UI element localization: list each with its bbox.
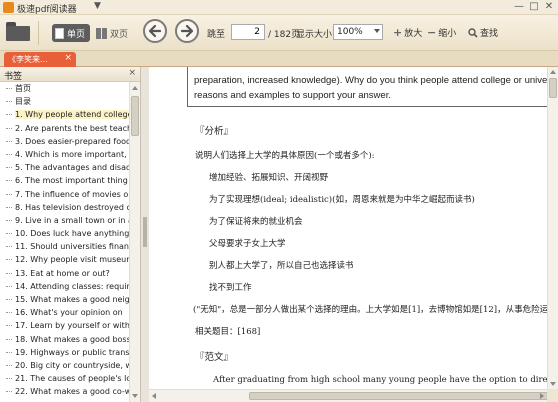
goto-label: 跳至 — [207, 30, 226, 40]
sidebar-title: 书签 — [4, 72, 23, 82]
sample-paragraph: After graduating from high school many y… — [213, 375, 547, 385]
viewer-horizontal-scrollbar[interactable] — [149, 389, 549, 402]
double-page-icon — [96, 27, 107, 39]
previous-page-button[interactable] — [143, 19, 167, 43]
sample-heading: 『范文』 — [195, 352, 234, 363]
search-label: 查找 — [480, 29, 499, 39]
document-tab-title: 《李笑来... — [8, 55, 48, 64]
bookmark-item[interactable]: 首页 — [0, 82, 129, 95]
sidebar-header: 书签 × — [0, 67, 140, 82]
scroll-up-icon[interactable] — [550, 70, 556, 74]
viewer-vertical-scrollbar[interactable] — [547, 67, 558, 389]
page-number-input[interactable] — [231, 24, 265, 40]
plus-icon: + — [393, 26, 403, 39]
close-window-button[interactable]: ✕ — [542, 1, 556, 12]
scroll-down-icon[interactable] — [550, 382, 556, 386]
document-viewer[interactable]: preparation, increased knowledge). Why d… — [149, 67, 547, 389]
question-line: preparation, increased knowledge). Why d… — [194, 75, 547, 86]
display-size-label: 显示大小 — [296, 30, 333, 40]
analysis-heading: 『分析』 — [195, 126, 234, 137]
next-page-button[interactable] — [175, 19, 199, 43]
bookmark-item[interactable]: 14. Attending classes: required — [0, 280, 129, 293]
bookmark-item[interactable]: 19. Highways or public transportation — [0, 346, 129, 359]
resize-grip-icon — [143, 217, 147, 247]
scroll-left-icon[interactable] — [152, 393, 156, 399]
title-bar: 极速pdf阅读器 ▼ — □ ✕ — [0, 0, 558, 15]
bookmark-item[interactable]: 20. Big city or countryside, which — [0, 359, 129, 372]
app-menu-dropdown[interactable]: ▼ — [94, 1, 101, 11]
bookmark-item[interactable]: 10. Does luck have anything to do — [0, 227, 129, 240]
double-page-label: 双页 — [110, 29, 129, 40]
chevron-down-icon — [374, 29, 380, 33]
bookmark-item[interactable]: 目录 — [0, 95, 129, 108]
zoom-select[interactable]: 100% — [333, 24, 383, 40]
sidebar-scrollbar[interactable] — [129, 82, 140, 402]
open-folder-icon[interactable] — [6, 22, 30, 42]
bookmark-item[interactable]: 21. The causes of people's long life — [0, 372, 129, 385]
search-icon — [468, 27, 478, 38]
bookmark-item[interactable]: 12. Why people visit museums — [0, 253, 129, 266]
reason-item: 找不到工作 — [209, 283, 252, 293]
bookmark-item[interactable]: 8. Has television destroyed communicatio… — [0, 201, 129, 214]
bookmark-item[interactable]: 16. What's your opinion on — [0, 306, 129, 319]
bookmark-item[interactable]: 22. What makes a good co-worker — [0, 385, 129, 398]
zoom-value: 100% — [337, 27, 363, 37]
bookmark-item[interactable]: 3. Does easier-prepared food — [0, 135, 129, 148]
bookmark-item[interactable]: 15. What makes a good neighbor — [0, 293, 129, 306]
bookmark-list: 首页 目录 1. Why people attend college or un… — [0, 82, 129, 402]
double-page-button[interactable]: 双页 — [93, 24, 133, 42]
bookmark-item[interactable]: 5. The advantages and disadvantages — [0, 161, 129, 174]
minus-icon: − — [427, 26, 437, 39]
scroll-up-icon[interactable] — [132, 86, 138, 90]
scroll-down-icon[interactable] — [132, 394, 138, 398]
reason-item: 父母要求子女上大学 — [209, 239, 286, 249]
scrollbar-thumb[interactable] — [549, 78, 557, 98]
scroll-right-icon[interactable] — [540, 393, 544, 399]
zoom-in-button[interactable]: + 放大 — [393, 26, 422, 39]
bookmark-item[interactable]: 4. Which is more important, books or — [0, 148, 129, 161]
single-page-icon — [55, 27, 64, 39]
scrollbar-thumb[interactable] — [131, 96, 139, 136]
zoom-in-label: 放大 — [404, 29, 423, 39]
single-page-button[interactable]: 单页 — [52, 24, 91, 42]
scrollbar-corner — [547, 389, 558, 402]
zoom-out-label: 缩小 — [438, 29, 457, 39]
document-tab-strip: 《李笑来... × — [0, 51, 558, 67]
question-box: preparation, increased knowledge). Why d… — [187, 67, 547, 107]
reason-item: 为了实现理想(ideal; idealistic)(如，周恩来就是为中华之崛起而… — [209, 195, 475, 205]
reason-item: 增加经验、拓展知识、开阔视野 — [209, 173, 329, 183]
sidebar-resize-handle[interactable] — [141, 67, 149, 402]
single-page-label: 单页 — [67, 29, 86, 40]
bookmark-item[interactable]: 9. Live in a small town or in a big city — [0, 214, 129, 227]
bookmark-item[interactable]: 6. The most important thing you — [0, 174, 129, 187]
toolbar: 单页 双页 跳至 / 182页 显示大小 100% + 放大 − 缩小 查找 — [0, 15, 558, 51]
zoom-out-button[interactable]: − 缩小 — [427, 26, 456, 39]
arrow-right-icon — [180, 24, 194, 38]
scrollbar-thumb[interactable] — [249, 392, 549, 400]
app-title: 极速pdf阅读器 — [17, 5, 77, 15]
reason-item: 别人都上大学了，所以自己也选择读书 — [209, 261, 354, 271]
reason-item: 为了保证将来的就业机会 — [209, 217, 303, 227]
bookmark-sidebar: 书签 × 首页 目录 1. Why people attend college … — [0, 67, 141, 402]
sidebar-close-button[interactable]: × — [128, 68, 136, 78]
bookmark-item[interactable]: 2. Are parents the best teachers — [0, 122, 129, 135]
bookmark-item[interactable]: 18. What makes a good boss — [0, 333, 129, 346]
bookmark-item[interactable]: 17. Learn by yourself or with a teacher — [0, 319, 129, 332]
analysis-intro: 说明人们选择上大学的具体原因(一个或者多个): — [195, 151, 375, 161]
bookmark-item[interactable]: 7. The influence of movies or TV — [0, 188, 129, 201]
document-tab[interactable]: 《李笑来... × — [4, 52, 76, 67]
app-logo-icon — [3, 2, 14, 13]
maximize-button[interactable]: □ — [527, 1, 541, 12]
bookmark-item[interactable]: 11. Should universities finance — [0, 240, 129, 253]
toolbar-divider — [38, 21, 39, 45]
note-paragraph: ("无知"，总是一部分人做出某个选择的理由。上大学如是[1]，去博物馆如是[12… — [193, 305, 547, 315]
bookmark-item[interactable]: 13. Eat at home or out? — [0, 267, 129, 280]
search-button[interactable]: 查找 — [468, 26, 498, 39]
close-tab-button[interactable]: × — [64, 53, 72, 63]
related-topics: 相关题目：[168] — [195, 327, 261, 337]
bookmark-item-selected[interactable]: 1. Why people attend college or universi… — [0, 108, 129, 121]
arrow-left-icon — [148, 24, 162, 38]
question-line: reasons and examples to support your ans… — [194, 90, 391, 101]
minimize-button[interactable]: — — [512, 1, 526, 12]
